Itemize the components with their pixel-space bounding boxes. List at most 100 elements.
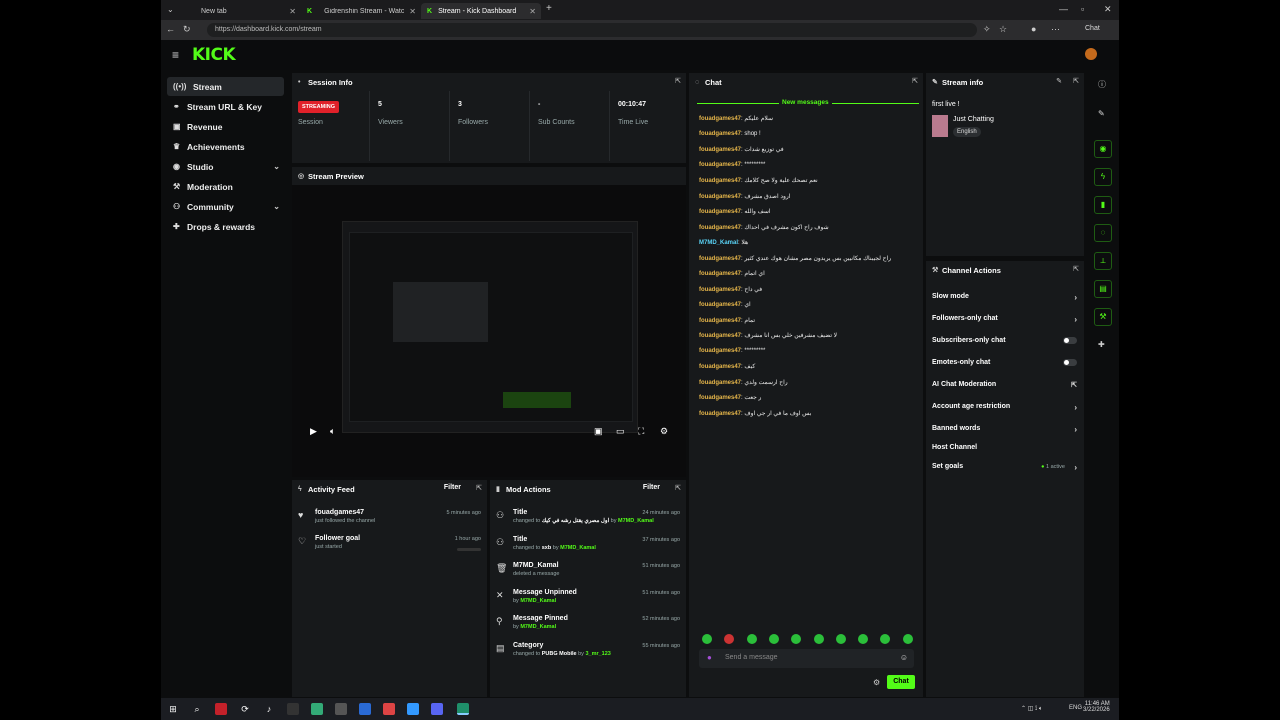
app-icon[interactable] [407, 703, 419, 715]
popout-icon[interactable]: ⇱ [675, 77, 681, 85]
toggle-switch[interactable] [1063, 337, 1077, 344]
chat-username[interactable]: fouadgames47 [699, 162, 741, 168]
chat-message[interactable]: fouadgames47: ارود اصدق مشرف [699, 193, 791, 200]
copilot-chat-button[interactable]: Chat [1085, 25, 1100, 32]
chat-username[interactable]: fouadgames47 [699, 411, 741, 417]
chat-username[interactable]: fouadgames47 [699, 287, 741, 293]
chat-username[interactable]: fouadgames47 [699, 271, 741, 277]
info-tool-icon[interactable]: ▤ [1094, 280, 1112, 298]
chat-tool-icon[interactable]: ◌ [1094, 224, 1112, 242]
chat-message[interactable]: fouadgames47: كيف [699, 363, 755, 370]
emote-icon[interactable] [813, 634, 824, 644]
edit-icon[interactable]: ✎ [1056, 77, 1062, 85]
video-player[interactable]: ▶ 🔈︎ ▣ ▭ ⛶ ⚙ [292, 185, 686, 465]
close-icon[interactable]: ✕ [529, 7, 536, 16]
emote-icon[interactable] [858, 634, 869, 644]
emote-icon[interactable] [902, 634, 913, 644]
app-icon[interactable] [311, 703, 323, 715]
emote-icon[interactable] [746, 634, 757, 644]
system-tray-icon[interactable]: ⌃ ◫ ⟟ 🔈︎ [1021, 705, 1043, 713]
chat-message[interactable]: fouadgames47: اسف والله [699, 208, 771, 215]
app-icon[interactable] [215, 703, 227, 715]
clock[interactable]: 11:46 AM 3/22/2026 [1083, 701, 1110, 713]
popout-icon[interactable]: ⇱ [476, 484, 482, 492]
mod-user[interactable]: M7MD_Kamal [560, 545, 596, 551]
chat-message[interactable]: fouadgames47: في توزيع شدات [699, 146, 784, 153]
send-chat-button[interactable]: Chat [887, 675, 915, 689]
emote-icon[interactable] [791, 634, 802, 644]
play-icon[interactable]: ▶ [310, 426, 317, 437]
channel-action-account-age-restriction[interactable]: Account age restriction › [932, 403, 1077, 412]
chat-message[interactable]: fouadgames47: ر جعت [699, 394, 761, 401]
chat-username[interactable]: fouadgames47 [699, 116, 741, 122]
popout-icon[interactable]: ⇱ [675, 484, 681, 492]
chat-settings-icon[interactable]: ⚙ [873, 678, 880, 687]
back-icon[interactable]: ← [166, 24, 175, 34]
chat-message[interactable]: fouadgames47: اي [699, 301, 751, 308]
toggle-switch[interactable] [1063, 359, 1077, 366]
chrome-icon[interactable] [383, 703, 395, 715]
channel-action-followers-only-chat[interactable]: Followers-only chat › [932, 315, 1077, 324]
tab-gidrenshin[interactable]: K Gidrenshin Stream - Watch Li ✕ [301, 3, 421, 19]
chat-message[interactable]: fouadgames47: لا تضيف مشرفين خلي بس انا … [699, 332, 837, 339]
chat-username[interactable]: fouadgames47 [699, 209, 741, 215]
pencil-icon[interactable]: ✎ [1098, 109, 1105, 118]
chat-username[interactable]: fouadgames47 [699, 364, 741, 370]
search-icon[interactable]: ⌕ [191, 703, 203, 715]
url-input[interactable]: https://dashboard.kick.com/stream [207, 23, 977, 37]
channel-action-banned-words[interactable]: Banned words › [932, 425, 1077, 434]
edge-icon[interactable]: ⟳ [239, 703, 251, 715]
maximize-icon[interactable]: ▫ [1081, 4, 1084, 14]
chat-message[interactable]: fouadgames47: ********* [699, 348, 765, 354]
favorites-icon[interactable]: ☆ [999, 24, 1007, 35]
emote-icon[interactable] [724, 634, 735, 644]
emote-icon[interactable] [835, 634, 846, 644]
chat-message[interactable]: fouadgames47: بس اوف ما في ار جي اوف [699, 410, 811, 417]
popout-icon[interactable]: ⇱ [912, 77, 918, 85]
popout-icon[interactable]: ⇱ [1073, 77, 1079, 85]
chat-username[interactable]: fouadgames47 [699, 318, 741, 324]
chat-username[interactable]: fouadgames47 [699, 380, 741, 386]
profile-icon[interactable]: ● [1031, 24, 1036, 34]
chat-message[interactable]: fouadgames47: تمام [699, 317, 755, 324]
close-icon[interactable]: ✕ [409, 7, 416, 16]
chat-username[interactable]: M7MD_Kamal [699, 240, 738, 246]
chat-message[interactable]: fouadgames47: راح ارسمت ولدي [699, 379, 788, 386]
chat-username[interactable]: fouadgames47 [699, 131, 741, 137]
edge-active-icon[interactable] [457, 703, 469, 715]
mod-user[interactable]: M7MD_Kamal [520, 624, 556, 630]
filter-button[interactable]: Filter [643, 484, 660, 491]
tab-new-tab[interactable]: New tab ✕ [181, 3, 301, 19]
broadcast-tool-icon[interactable]: ⟂ [1094, 252, 1112, 270]
fullscreen-icon[interactable]: ⛶ [638, 426, 644, 437]
extensions-icon[interactable]: ✧ [983, 24, 991, 35]
app-icon[interactable] [359, 703, 371, 715]
emoji-icon[interactable]: ☺ [900, 653, 908, 662]
chat-message[interactable]: fouadgames47: اي اتمام [699, 270, 765, 277]
info-icon[interactable]: ⓘ [1098, 79, 1106, 90]
chat-message[interactable]: fouadgames47: ********* [699, 162, 765, 168]
volume-icon[interactable]: 🔈︎ [330, 426, 335, 437]
channel-action-slow-mode[interactable]: Slow mode › [932, 293, 1077, 302]
mic-icon[interactable]: ● [707, 653, 712, 662]
chat-username[interactable]: fouadgames47 [699, 333, 741, 339]
new-tab-icon[interactable]: + [546, 3, 552, 14]
chat-username[interactable]: fouadgames47 [699, 194, 741, 200]
theater-icon[interactable]: ▭ [616, 426, 625, 437]
sidebar-item-stream[interactable]: ((•)) Stream [167, 77, 284, 96]
tiktok-icon[interactable]: ♪ [263, 703, 275, 715]
chat-input[interactable]: ● Send a message ☺ [699, 649, 914, 668]
sidebar-item-moderation[interactable]: ⚒ Moderation [167, 177, 284, 196]
chat-username[interactable]: fouadgames47 [699, 395, 741, 401]
language-indicator[interactable]: ENG [1069, 705, 1082, 711]
chat-username[interactable]: fouadgames47 [699, 256, 741, 262]
more-icon[interactable]: ⋯ [1051, 24, 1060, 35]
chat-username[interactable]: fouadgames47 [699, 147, 741, 153]
sidebar-item-studio[interactable]: ◉ Studio ⌄ [167, 157, 284, 176]
chat-username[interactable]: fouadgames47 [699, 348, 741, 354]
pip-icon[interactable]: ▣ [594, 426, 603, 437]
refresh-icon[interactable]: ↻ [183, 24, 191, 35]
chat-username[interactable]: fouadgames47 [699, 225, 741, 231]
tab-list-icon[interactable]: ⌄ [167, 5, 174, 14]
settings-icon[interactable]: ⚙ [660, 426, 668, 437]
